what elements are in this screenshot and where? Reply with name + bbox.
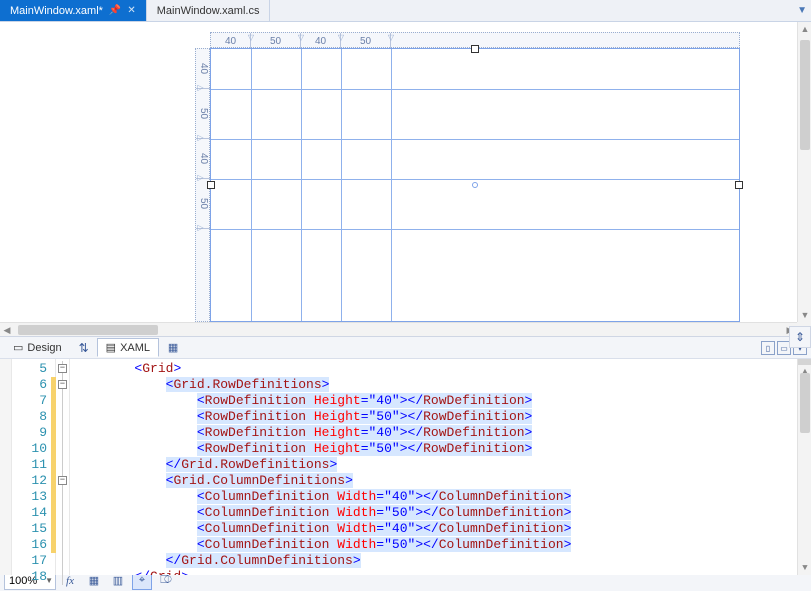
design-pane-tab[interactable]: ▭ Design (4, 338, 71, 357)
column-ruler-segment[interactable]: 50▽ (251, 33, 301, 49)
xaml-code-editor[interactable]: 56789101112131415161718 −−− <Grid> <Grid… (0, 359, 811, 575)
designer-vertical-scrollbar[interactable]: ▲ ▼ (797, 22, 811, 322)
document-tabbar: MainWindow.xaml* 📌 ✕ MainWindow.xaml.cs … (0, 0, 811, 22)
code-line[interactable]: <ColumnDefinition Width="40"></ColumnDef… (70, 489, 797, 505)
xaml-pane-icon: ▤ (106, 341, 116, 354)
tabbar-overflow: ▼ (797, 0, 811, 21)
code-line[interactable]: <RowDefinition Height="50"></RowDefiniti… (70, 409, 797, 425)
designer-viewport[interactable]: 40▽50▽40▽50▽ 40▷50▷40▷50▷ (0, 22, 797, 322)
change-indicator (51, 521, 56, 537)
change-indicator (51, 441, 56, 457)
change-indicator (51, 409, 56, 425)
line-number: 13 (12, 489, 47, 505)
column-ruler-segment[interactable]: 40▽ (211, 33, 251, 49)
code-line[interactable]: <Grid> (70, 361, 797, 377)
split-pane-tabs: ▭ Design ⇅ ▤ XAML ▦ ▯ ▭ ▾ ⇕ (0, 337, 811, 359)
tab-label: MainWindow.xaml* (10, 5, 103, 17)
tab-mainwindow-xaml-cs[interactable]: MainWindow.xaml.cs (147, 0, 271, 21)
change-indicator (51, 377, 56, 393)
editor-vertical-scrollbar[interactable]: ▲ ▼ (797, 359, 811, 575)
close-icon[interactable]: ✕ (127, 5, 135, 16)
line-number-gutter: 56789101112131415161718 (12, 359, 56, 575)
change-indicator (51, 425, 56, 441)
code-line[interactable]: <Grid.RowDefinitions> (70, 377, 797, 393)
line-number: 9 (12, 425, 47, 441)
selection-handle-right[interactable] (735, 181, 743, 189)
design-pane-label: Design (27, 342, 61, 354)
line-number: 6 (12, 377, 47, 393)
row-ruler-segment[interactable]: 40▷ (196, 139, 211, 179)
grid-line-horizontal (211, 229, 739, 230)
xaml-pane-label: XAML (120, 342, 150, 354)
column-gridline-marker-icon[interactable]: ▽ (388, 33, 394, 42)
code-body[interactable]: <Grid> <Grid.RowDefinitions> <RowDefinit… (70, 359, 797, 575)
code-line[interactable]: <RowDefinition Height="40"></RowDefiniti… (70, 393, 797, 409)
change-indicator (51, 393, 56, 409)
code-line[interactable]: <Grid.ColumnDefinitions> (70, 473, 797, 489)
tab-label: MainWindow.xaml.cs (157, 5, 260, 17)
line-number: 5 (12, 361, 47, 377)
code-line[interactable]: <ColumnDefinition Width="50"></ColumnDef… (70, 537, 797, 553)
designer-surface: 40▽50▽40▽50▽ 40▷50▷40▷50▷ ▲ ▼ ◀ ▶ (0, 22, 811, 337)
change-indicator (51, 505, 56, 521)
code-line[interactable]: <ColumnDefinition Width="50"></ColumnDef… (70, 505, 797, 521)
design-pane-icon: ▭ (13, 341, 23, 354)
change-indicator (51, 489, 56, 505)
change-indicator (51, 537, 56, 553)
line-number: 10 (12, 441, 47, 457)
column-ruler-segment[interactable]: 50▽ (341, 33, 391, 49)
line-number: 14 (12, 505, 47, 521)
column-ruler-segment[interactable]: 40▽ (301, 33, 341, 49)
document-outline-button[interactable]: ▦ (163, 339, 183, 357)
row-ruler-segment[interactable]: 50▷ (196, 89, 211, 139)
grid-design-root[interactable] (210, 48, 740, 322)
center-adorner (472, 182, 478, 188)
line-number: 7 (12, 393, 47, 409)
row-gridline-marker-icon[interactable]: ▷ (196, 223, 205, 232)
line-number: 12 (12, 473, 47, 489)
code-line[interactable]: <RowDefinition Height="40"></RowDefiniti… (70, 425, 797, 441)
tab-mainwindow-xaml[interactable]: MainWindow.xaml* 📌 ✕ (0, 0, 147, 21)
designer-horizontal-scrollbar[interactable]: ◀ ▶ (0, 322, 797, 336)
expand-collapse-splitter[interactable]: ⇕ (789, 326, 811, 348)
code-line[interactable]: <ColumnDefinition Width="40"></ColumnDef… (70, 521, 797, 537)
outlining-margin[interactable]: − − − (56, 359, 70, 575)
scroll-up-icon[interactable]: ▲ (798, 22, 811, 36)
pin-icon[interactable]: 📌 (109, 5, 121, 16)
line-number: 17 (12, 553, 47, 569)
grid-line-horizontal (211, 139, 739, 140)
scroll-down-icon[interactable]: ▼ (798, 561, 811, 575)
code-line[interactable]: </Grid> (70, 569, 797, 575)
line-number: 18 (12, 569, 47, 585)
scroll-left-icon[interactable]: ◀ (0, 323, 14, 337)
line-number: 11 (12, 457, 47, 473)
outline-collapse-toggle[interactable]: − (58, 364, 67, 373)
scroll-thumb[interactable] (800, 40, 810, 150)
outline-collapse-toggle[interactable]: − (58, 380, 67, 389)
selection-handle-top[interactable] (471, 45, 479, 53)
code-line[interactable]: </Grid.RowDefinitions> (70, 457, 797, 473)
xaml-pane-tab[interactable]: ▤ XAML (97, 338, 159, 357)
outline-collapse-toggle[interactable]: − (58, 476, 67, 485)
selection-handle-left[interactable] (207, 181, 215, 189)
change-indicator (51, 457, 56, 473)
vertical-split-button[interactable]: ▯ (761, 341, 775, 355)
code-line[interactable]: <RowDefinition Height="50"></RowDefiniti… (70, 441, 797, 457)
artboard[interactable]: 40▽50▽40▽50▽ 40▷50▷40▷50▷ (195, 32, 740, 322)
swap-panes-button[interactable]: ⇅ (75, 339, 93, 357)
change-indicator (51, 473, 56, 489)
row-ruler-segment[interactable]: 40▷ (196, 49, 211, 89)
grid-line-horizontal (211, 179, 739, 180)
scroll-thumb[interactable] (18, 325, 158, 335)
grid-line-horizontal (211, 89, 739, 90)
line-number: 16 (12, 537, 47, 553)
scroll-thumb[interactable] (800, 373, 810, 433)
active-files-dropdown-icon[interactable]: ▼ (797, 5, 807, 16)
line-number: 8 (12, 409, 47, 425)
breakpoint-margin[interactable] (0, 359, 12, 575)
scroll-down-icon[interactable]: ▼ (798, 308, 811, 322)
line-number: 15 (12, 521, 47, 537)
code-line[interactable]: </Grid.ColumnDefinitions> (70, 553, 797, 569)
